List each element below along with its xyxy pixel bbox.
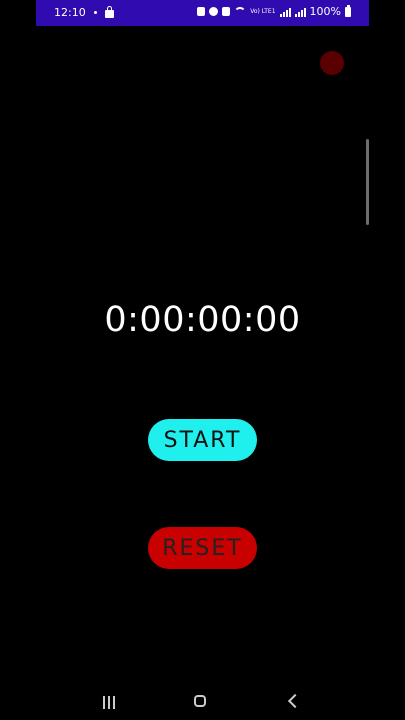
home-icon[interactable]	[194, 695, 206, 707]
app-screen: 12:10 Vo) LTE1 100% 0:00:00:00 START RES…	[0, 0, 405, 720]
recording-indicator-dot	[320, 51, 344, 75]
signal-icon	[279, 7, 291, 17]
back-icon[interactable]	[287, 693, 303, 709]
alarm-icon	[209, 7, 219, 16]
network-label: Vo) LTE1	[250, 7, 276, 15]
start-button[interactable]: START	[148, 419, 257, 461]
status-right: Vo) LTE1 100%	[197, 4, 351, 18]
shopping-bag-icon	[104, 5, 114, 18]
signal-2-icon	[294, 7, 306, 17]
status-bar: 12:10 Vo) LTE1 100%	[36, 0, 369, 26]
mute-icon	[222, 7, 231, 16]
status-time: 12:10	[54, 6, 86, 19]
lock-icon	[197, 7, 206, 16]
status-left: 12:10	[54, 5, 114, 19]
recents-icon[interactable]	[103, 696, 115, 709]
wifi-icon	[234, 6, 247, 17]
reset-button[interactable]: RESET	[148, 527, 257, 569]
battery-icon	[345, 4, 351, 17]
battery-percent: 100%	[309, 5, 341, 18]
notification-dot-icon	[93, 11, 97, 14]
timer-display: 0:00:00:00	[104, 300, 301, 340]
scrollbar[interactable]	[366, 139, 369, 225]
navigation-bar	[0, 686, 405, 720]
